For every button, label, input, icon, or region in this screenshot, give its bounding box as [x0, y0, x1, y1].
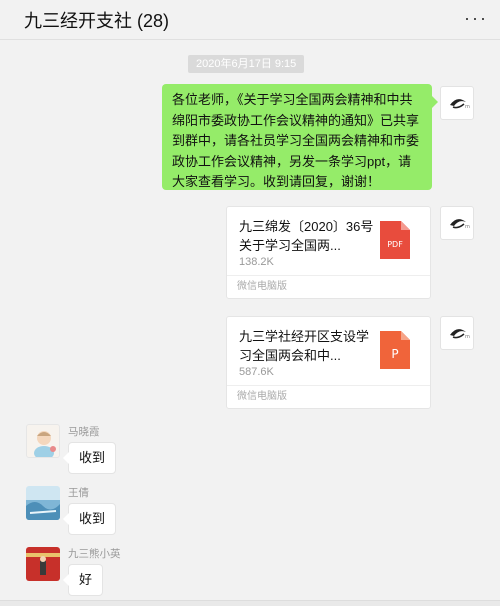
svg-text:m: m: [465, 224, 470, 230]
member-avatar[interactable]: [26, 486, 60, 520]
file-name: 九三绵发〔2020〕36号 关于学习全国两...: [239, 219, 374, 253]
reply-message-bubble[interactable]: 收到: [62, 503, 117, 535]
svg-text:m: m: [465, 334, 470, 340]
reply-message-bubble[interactable]: 好: [62, 564, 104, 596]
more-options-icon[interactable]: ···: [464, 8, 488, 29]
sender-name: 九三熊小英: [68, 548, 121, 560]
chat-title: 九三经开支社 (28): [24, 11, 170, 31]
file-message-card[interactable]: 九三绵发〔2020〕36号 关于学习全国两... 138.2K PDF 微信电脑…: [226, 206, 431, 299]
file-source-label: 微信电脑版: [227, 385, 430, 408]
self-avatar[interactable]: m: [440, 316, 474, 350]
file-name: 九三学社经开区支设学习全国两会和中...: [239, 329, 370, 363]
landscape-avatar-icon: [26, 486, 60, 520]
file-size: 587.6K: [239, 366, 274, 378]
announcement-message-bubble[interactable]: 各位老师，《关于学习全国两会精神和中共绵阳市委政协工作会议精神的通知》已共享到群…: [162, 84, 438, 190]
svg-text:m: m: [465, 104, 470, 110]
file-size: 138.2K: [239, 256, 274, 268]
pdf-file-icon: PDF: [380, 221, 410, 259]
svg-text:P: P: [391, 347, 398, 361]
member-avatar[interactable]: [26, 424, 60, 458]
file-message-card[interactable]: 九三学社经开区支设学习全国两会和中... 587.6K P 微信电脑版: [226, 316, 431, 409]
svg-text:PDF: PDF: [387, 240, 403, 249]
reply-message-bubble[interactable]: 收到: [62, 442, 117, 474]
file-source-label: 微信电脑版: [227, 275, 430, 298]
chat-bottom-edge: [0, 600, 500, 606]
child-avatar-icon: [34, 431, 56, 457]
avatar-logo-icon: m: [450, 99, 470, 110]
message-timestamp: 2020年6月17日 9:15: [188, 55, 305, 73]
sender-name: 马晓霞: [68, 426, 100, 438]
avatar-logo-icon: m: [450, 329, 470, 340]
chat-header: 九三经开支社 (28) ···: [0, 0, 500, 40]
member-avatar[interactable]: [26, 547, 60, 581]
sender-name: 王倩: [68, 487, 89, 499]
avatar-logo-icon: m: [450, 219, 470, 230]
ppt-file-icon: P: [380, 331, 410, 369]
self-avatar[interactable]: m: [440, 206, 474, 240]
stage-avatar-icon: [26, 547, 60, 581]
self-avatar[interactable]: m: [440, 86, 474, 120]
